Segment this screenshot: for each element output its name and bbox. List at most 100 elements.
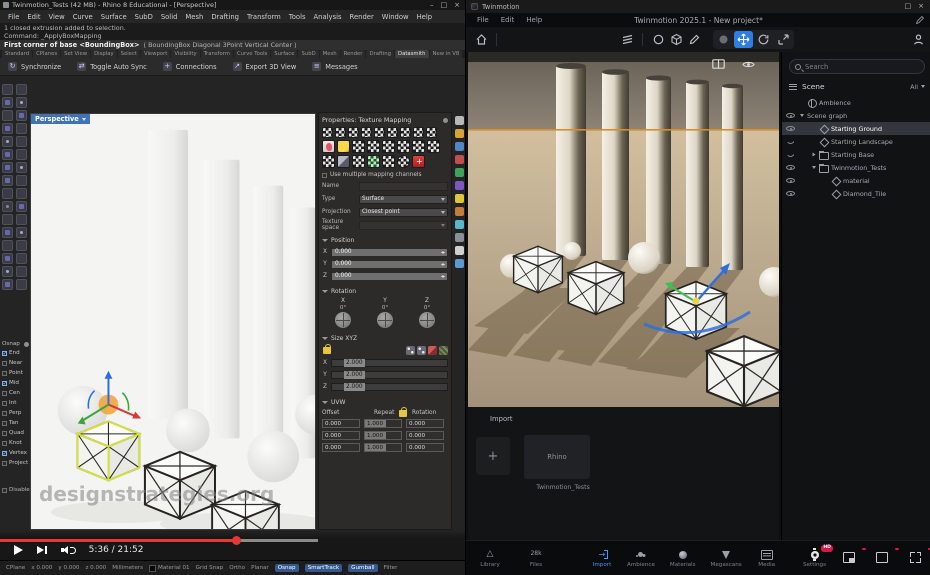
rhino-perspective-viewport[interactable]: Perspective designstrategies.org bbox=[30, 113, 316, 530]
tool-icon[interactable] bbox=[16, 188, 27, 199]
field-control[interactable]: Closest point bbox=[359, 207, 448, 217]
cube-select-tool[interactable] bbox=[667, 31, 685, 49]
tool-icon[interactable] bbox=[16, 84, 27, 95]
tool-icon[interactable] bbox=[16, 279, 27, 290]
osnap-toggle[interactable]: End bbox=[1, 348, 30, 358]
menu-item[interactable]: Analysis bbox=[310, 13, 346, 21]
osnap-disable-toggle[interactable]: Disable bbox=[2, 487, 30, 493]
osnap-toggle[interactable]: Perp bbox=[1, 408, 30, 418]
status-bar-item[interactable]: Grid Snap bbox=[196, 565, 224, 571]
size-slider[interactable]: 2.000 bbox=[331, 371, 448, 379]
tool-icon[interactable] bbox=[16, 240, 27, 251]
scene-tree-row[interactable]: Starting Base bbox=[782, 148, 930, 161]
mapping-type-icon[interactable] bbox=[412, 140, 425, 153]
dock-item[interactable] bbox=[872, 548, 899, 565]
panel-tab-icon[interactable] bbox=[455, 155, 464, 164]
mapping-type-icon[interactable] bbox=[367, 140, 380, 153]
next-button[interactable] bbox=[37, 546, 47, 554]
tool-icon[interactable] bbox=[2, 84, 13, 95]
gear-icon[interactable] bbox=[24, 341, 29, 347]
lock-icon[interactable] bbox=[323, 344, 331, 354]
toolbar-tab[interactable]: Standard bbox=[2, 50, 33, 58]
visibility-eye-icon[interactable] bbox=[786, 152, 795, 157]
properties-tab-icon[interactable] bbox=[374, 127, 385, 138]
toolbar-tab[interactable]: New in V8 bbox=[429, 50, 463, 58]
status-bar-item[interactable]: CPlane bbox=[6, 565, 25, 571]
tool-icon[interactable] bbox=[2, 266, 13, 277]
dock-item[interactable]: Media bbox=[757, 549, 777, 568]
panel-tab-icon[interactable] bbox=[455, 142, 464, 151]
uvw-repeat-input[interactable]: 1.000 bbox=[364, 443, 402, 452]
tool-icon[interactable] bbox=[16, 227, 27, 238]
mapping-type-icon[interactable] bbox=[367, 155, 380, 168]
menu-item[interactable]: Tools bbox=[285, 13, 310, 21]
size-slider[interactable]: 2.000 bbox=[331, 359, 448, 367]
tool-icon[interactable] bbox=[2, 110, 13, 121]
checkbox[interactable] bbox=[2, 400, 7, 406]
maximize-button[interactable]: □ bbox=[441, 1, 448, 9]
video-progress-bar[interactable] bbox=[0, 535, 318, 545]
tool-icon[interactable] bbox=[2, 201, 13, 212]
rotation-dial[interactable] bbox=[377, 312, 393, 328]
tool-icon[interactable] bbox=[2, 149, 13, 160]
eyedropper-tool[interactable] bbox=[685, 31, 703, 49]
toolbar-tab[interactable]: Select bbox=[117, 50, 140, 58]
size-slider[interactable]: 2.000 bbox=[331, 383, 448, 391]
panel-tab-icon[interactable] bbox=[455, 233, 464, 242]
dock-item[interactable]: HD Settings bbox=[803, 545, 833, 568]
toolbar-tab[interactable]: SubD bbox=[298, 50, 319, 58]
osnap-toggle[interactable]: Vertex bbox=[1, 448, 30, 458]
tool-icon[interactable] bbox=[2, 214, 13, 225]
dock-item[interactable]: Megascans bbox=[711, 549, 742, 568]
toolbar-tab[interactable]: Display bbox=[91, 50, 117, 58]
maximize-button[interactable]: □ bbox=[905, 3, 912, 10]
tool-icon[interactable] bbox=[2, 240, 13, 251]
position-section-header[interactable]: Position bbox=[322, 236, 448, 245]
status-bar-item[interactable]: Osnap bbox=[274, 564, 299, 572]
menu-item[interactable]: Edit bbox=[23, 13, 44, 21]
checkbox[interactable] bbox=[322, 172, 327, 178]
mapping-type-icon[interactable] bbox=[322, 140, 335, 153]
tool-icon[interactable] bbox=[2, 175, 13, 186]
checkbox[interactable] bbox=[2, 410, 7, 416]
panel-tab-icon[interactable] bbox=[455, 220, 464, 229]
tool-icon[interactable] bbox=[16, 175, 27, 186]
datasmith-toolbar-button[interactable]: Synchronize bbox=[8, 62, 61, 71]
scene-tree-row[interactable]: Scene graph bbox=[782, 109, 930, 122]
properties-tab-icon[interactable] bbox=[361, 127, 372, 138]
rotation-dial[interactable] bbox=[419, 312, 435, 328]
properties-tab-icon[interactable] bbox=[413, 127, 424, 138]
checkbox[interactable] bbox=[2, 360, 7, 366]
dock-item[interactable]: Import bbox=[592, 549, 612, 568]
panel-tab-icon[interactable] bbox=[455, 181, 464, 190]
status-bar-item[interactable]: z 0.000 bbox=[85, 565, 106, 571]
expand-caret-icon[interactable] bbox=[812, 166, 816, 169]
layers-icon[interactable] bbox=[618, 31, 636, 49]
circle-select-tool[interactable] bbox=[649, 31, 667, 49]
status-bar-item[interactable]: Planar bbox=[251, 565, 269, 571]
dock-item[interactable]: Materials bbox=[670, 549, 696, 568]
menu-item[interactable]: Edit bbox=[496, 16, 520, 24]
import-card[interactable]: Rhino bbox=[524, 435, 590, 479]
scene-tree-row[interactable]: Diamond_Tile bbox=[782, 187, 930, 200]
scene-filter-dropdown[interactable]: All bbox=[910, 83, 925, 91]
menu-item[interactable]: File bbox=[4, 13, 23, 21]
mapping-type-icon[interactable] bbox=[427, 140, 440, 153]
visibility-eye-icon[interactable] bbox=[786, 113, 795, 118]
properties-tab-icon[interactable] bbox=[400, 127, 411, 138]
toolbar-tab[interactable]: Set View bbox=[61, 50, 91, 58]
toolbar-tab[interactable]: Viewport bbox=[140, 50, 171, 58]
split-view-icon[interactable] bbox=[709, 57, 727, 71]
checkbox[interactable] bbox=[2, 380, 8, 387]
toolbar-tab[interactable]: Curve Tools bbox=[233, 50, 271, 58]
scale-tool[interactable] bbox=[774, 31, 793, 48]
visibility-eye-icon[interactable] bbox=[786, 165, 795, 170]
mapping-type-icon[interactable] bbox=[352, 155, 365, 168]
tool-icon[interactable] bbox=[2, 253, 13, 264]
local-space-toggle[interactable] bbox=[714, 31, 733, 48]
mapping-type-icon[interactable] bbox=[337, 140, 350, 153]
tool-icon[interactable] bbox=[2, 162, 13, 173]
toolbar-tab[interactable]: Transform bbox=[200, 50, 233, 58]
tool-icon[interactable] bbox=[16, 149, 27, 160]
position-input[interactable]: 0.000 bbox=[331, 247, 448, 257]
